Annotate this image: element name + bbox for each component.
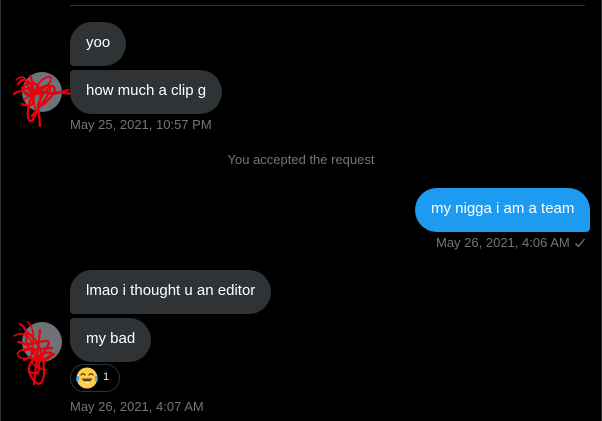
timestamp: May 26, 2021, 4:06 AM: [436, 235, 570, 250]
message-text: my bad: [86, 330, 136, 347]
message-text: how much a clip g: [86, 82, 207, 99]
message-text: my nigga i am a team: [431, 200, 575, 217]
avatar[interactable]: [12, 72, 76, 128]
message-bubble-incoming[interactable]: how much a clip g: [70, 70, 223, 114]
reaction-badge[interactable]: 1: [70, 364, 120, 392]
reaction-count: 1: [103, 371, 110, 383]
system-message: You accepted the request: [227, 152, 375, 167]
avatar[interactable]: [13, 321, 62, 386]
timestamp: May 26, 2021, 4:07 AM: [70, 399, 204, 414]
face-with-tears-of-joy-icon: [76, 367, 98, 389]
message-bubble-incoming[interactable]: my bad: [70, 318, 152, 362]
message-text: yoo: [86, 34, 111, 51]
top-divider: [70, 5, 585, 6]
timestamp: May 25, 2021, 10:57 PM: [70, 117, 212, 132]
checkmark-icon: [574, 238, 585, 248]
timestamp-row: May 26, 2021, 4:06 AM: [436, 235, 586, 250]
message-text: lmao i thought u an editor: [86, 282, 256, 299]
message-bubble-outgoing[interactable]: my nigga i am a team: [415, 188, 591, 232]
message-bubble-incoming[interactable]: lmao i thought u an editor: [70, 270, 272, 314]
left-border: [0, 0, 1, 421]
message-bubble-incoming[interactable]: yoo: [70, 22, 127, 66]
